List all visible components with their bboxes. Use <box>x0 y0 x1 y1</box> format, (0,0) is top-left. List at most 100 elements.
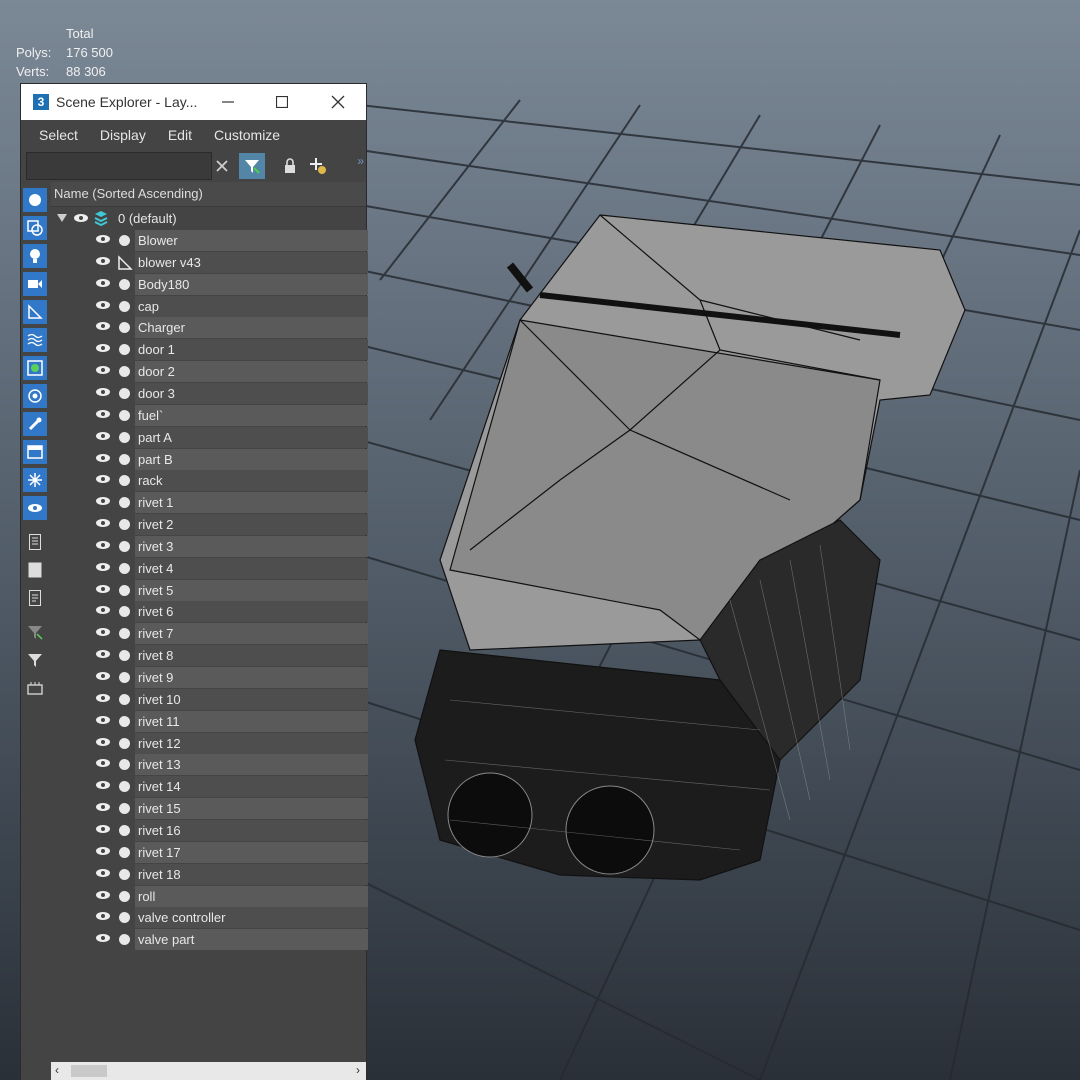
list-item[interactable]: rivet 5 <box>51 579 368 601</box>
filter-hidden[interactable] <box>23 496 47 520</box>
visibility-eye-icon[interactable] <box>73 213 89 223</box>
visibility-eye-icon[interactable] <box>95 431 111 441</box>
filter-shapes[interactable] <box>23 216 47 240</box>
list-item[interactable]: valve controller <box>51 907 368 929</box>
maximize-button[interactable] <box>259 84 305 120</box>
list-item[interactable]: rivet 15 <box>51 798 368 820</box>
list-item[interactable]: rack <box>51 470 368 492</box>
close-button[interactable] <box>315 84 361 120</box>
visibility-eye-icon[interactable] <box>95 780 111 790</box>
visibility-eye-icon[interactable] <box>95 890 111 900</box>
clear-search-button[interactable] <box>209 153 235 179</box>
visibility-eye-icon[interactable] <box>95 321 111 331</box>
list-item[interactable]: rivet 10 <box>51 688 368 710</box>
visibility-eye-icon[interactable] <box>95 387 111 397</box>
visibility-eye-icon[interactable] <box>95 911 111 921</box>
visibility-eye-icon[interactable] <box>95 278 111 288</box>
filter-bones[interactable] <box>23 412 47 436</box>
list-item[interactable]: rivet 13 <box>51 754 368 776</box>
menu-customize[interactable]: Customize <box>214 127 280 143</box>
more-chevron-icon[interactable]: » <box>357 154 364 168</box>
visibility-eye-icon[interactable] <box>95 540 111 550</box>
visibility-eye-icon[interactable] <box>95 562 111 572</box>
list-item[interactable]: rivet 12 <box>51 732 368 754</box>
visibility-eye-icon[interactable] <box>95 758 111 768</box>
column-header-name[interactable]: Name (Sorted Ascending) <box>51 182 366 207</box>
list-item[interactable]: rivet 6 <box>51 601 368 623</box>
menu-edit[interactable]: Edit <box>168 127 192 143</box>
list-item[interactable]: rivet 18 <box>51 863 368 885</box>
layers-button[interactable] <box>23 676 47 700</box>
tree-row-root-layer[interactable]: 0 (default) <box>51 208 366 229</box>
visibility-eye-icon[interactable] <box>95 365 111 375</box>
list-item[interactable]: Body180 <box>51 273 368 295</box>
lock-button[interactable] <box>277 153 303 179</box>
visibility-eye-icon[interactable] <box>95 737 111 747</box>
list-item[interactable]: door 2 <box>51 361 368 383</box>
scroll-left-icon[interactable]: ‹ <box>55 1063 59 1077</box>
list-item[interactable]: valve part <box>51 929 368 951</box>
list-item[interactable]: fuel` <box>51 404 368 426</box>
filter-toggle-button[interactable] <box>239 153 265 179</box>
list-item[interactable]: rivet 1 <box>51 492 368 514</box>
list-item[interactable]: roll <box>51 885 368 907</box>
display-none-button[interactable] <box>23 558 47 582</box>
list-item[interactable]: part B <box>51 448 368 470</box>
visibility-eye-icon[interactable] <box>95 627 111 637</box>
menu-select[interactable]: Select <box>39 127 78 143</box>
horizontal-scrollbar[interactable]: ‹ › <box>51 1062 366 1080</box>
filter-cameras[interactable] <box>23 272 47 296</box>
list-item[interactable]: rivet 2 <box>51 514 368 536</box>
list-item[interactable]: rivet 16 <box>51 819 368 841</box>
scrollbar-thumb[interactable] <box>71 1065 107 1077</box>
window-titlebar[interactable]: 3 Scene Explorer - Lay... <box>21 84 366 120</box>
list-item[interactable]: rivet 8 <box>51 645 368 667</box>
search-input[interactable] <box>26 152 212 180</box>
visibility-eye-icon[interactable] <box>95 693 111 703</box>
minimize-button[interactable] <box>205 84 251 120</box>
invert-button[interactable] <box>23 586 47 610</box>
list-item[interactable]: rivet 11 <box>51 710 368 732</box>
filter-button[interactable] <box>23 648 47 672</box>
scroll-right-icon[interactable]: › <box>356 1063 360 1077</box>
visibility-eye-icon[interactable] <box>95 715 111 725</box>
display-all-button[interactable] <box>23 530 47 554</box>
filter-frozen[interactable] <box>23 468 47 492</box>
visibility-eye-icon[interactable] <box>95 824 111 834</box>
list-item[interactable]: door 1 <box>51 339 368 361</box>
list-item[interactable]: rivet 9 <box>51 667 368 688</box>
visibility-eye-icon[interactable] <box>95 605 111 615</box>
visibility-eye-icon[interactable] <box>95 868 111 878</box>
visibility-eye-icon[interactable] <box>95 933 111 943</box>
visibility-eye-icon[interactable] <box>95 518 111 528</box>
list-item[interactable]: blower v43 <box>51 251 368 273</box>
list-item[interactable]: door 3 <box>51 382 368 404</box>
list-item[interactable]: rivet 4 <box>51 557 368 579</box>
visibility-eye-icon[interactable] <box>95 496 111 506</box>
visibility-eye-icon[interactable] <box>95 474 111 484</box>
visibility-eye-icon[interactable] <box>95 256 111 266</box>
list-item[interactable]: Blower <box>51 230 368 251</box>
filter-groups[interactable] <box>23 356 47 380</box>
visibility-eye-icon[interactable] <box>95 671 111 681</box>
filter-xrefs[interactable] <box>23 384 47 408</box>
add-layer-button[interactable] <box>305 153 331 179</box>
list-item[interactable]: rivet 17 <box>51 841 368 863</box>
list-item[interactable]: rivet 14 <box>51 776 368 798</box>
list-item[interactable]: rivet 7 <box>51 623 368 645</box>
list-item[interactable]: rivet 3 <box>51 535 368 557</box>
visibility-eye-icon[interactable] <box>95 300 111 310</box>
visibility-eye-icon[interactable] <box>95 234 111 244</box>
filter-geometry[interactable] <box>23 188 47 212</box>
list-item[interactable]: cap <box>51 295 368 317</box>
chevron-down-icon[interactable] <box>57 214 67 222</box>
filter-lights[interactable] <box>23 244 47 268</box>
menu-display[interactable]: Display <box>100 127 146 143</box>
visibility-eye-icon[interactable] <box>95 343 111 353</box>
visibility-eye-icon[interactable] <box>95 409 111 419</box>
list-item[interactable]: Charger <box>51 317 368 339</box>
filter-containers[interactable] <box>23 440 47 464</box>
filter-off-button[interactable] <box>23 620 47 644</box>
visibility-eye-icon[interactable] <box>95 802 111 812</box>
filter-space-warps[interactable] <box>23 328 47 352</box>
